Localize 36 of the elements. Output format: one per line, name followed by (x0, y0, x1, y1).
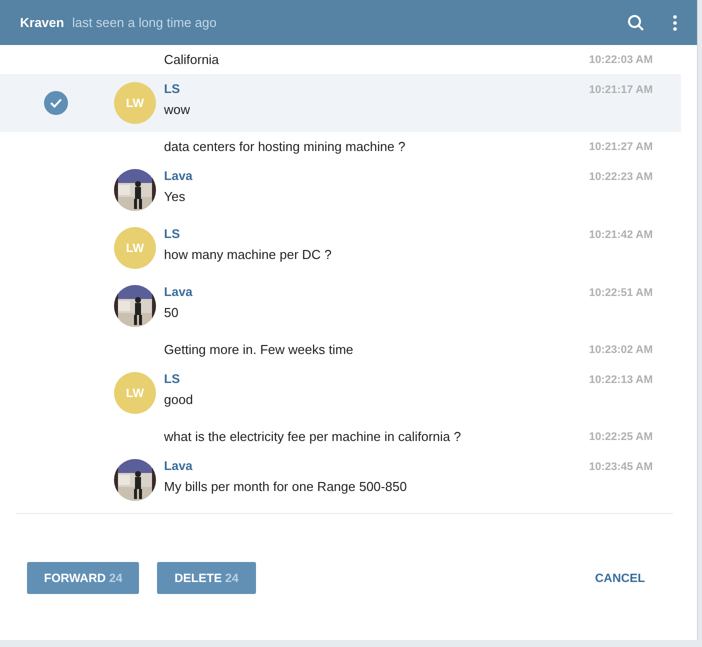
avatar: LW (114, 372, 156, 414)
sender-name: LS (164, 227, 181, 241)
message-time: 10:21:17 AM (589, 83, 654, 98)
more-icon[interactable] (673, 14, 677, 30)
sender-name: Lava (164, 285, 194, 299)
checkmark-icon[interactable] (44, 91, 68, 115)
message-text: Yes (164, 189, 186, 204)
message-time: 10:22:23 AM (589, 170, 654, 185)
message-time: 10:23:02 AM (589, 343, 654, 358)
message-text: what is the electricity fee per machine in california ? (164, 429, 462, 444)
search-icon[interactable] (627, 14, 645, 32)
message-text: California (164, 52, 220, 67)
message-text: good (164, 392, 194, 407)
chat-status: last seen a long time ago (72, 15, 218, 30)
message-time: 10:21:27 AM (589, 140, 654, 155)
message-row[interactable]: LW LS wow 10:21:17 AM (0, 74, 681, 132)
message-time: 10:21:42 AM (589, 228, 654, 243)
chat-title: Kraven (20, 15, 64, 30)
sender-name: LS (164, 372, 181, 386)
sender-name: LS (164, 82, 181, 96)
message-time: 10:22:51 AM (589, 286, 654, 301)
message-text: how many machine per DC ? (164, 247, 333, 262)
message-text: Getting more in. Few weeks time (164, 342, 354, 357)
message-text: wow (164, 102, 192, 117)
sender-name: Lava (164, 169, 194, 183)
message-time: 10:22:13 AM (589, 373, 654, 388)
sender-name: Lava (164, 459, 194, 473)
message-time: 10:22:25 AM (589, 430, 654, 445)
message-time: 10:22:03 AM (589, 53, 654, 68)
cancel-button[interactable]: CANCEL (589, 570, 651, 586)
message-text: 50 (164, 305, 180, 320)
avatar: LW (114, 82, 156, 124)
message-text: My bills per month for one Range 500-850 (164, 479, 408, 494)
avatar: LW (114, 227, 156, 269)
message-text: data centers for hosting mining machine ? (164, 139, 406, 154)
message-time: 10:23:45 AM (589, 460, 654, 475)
